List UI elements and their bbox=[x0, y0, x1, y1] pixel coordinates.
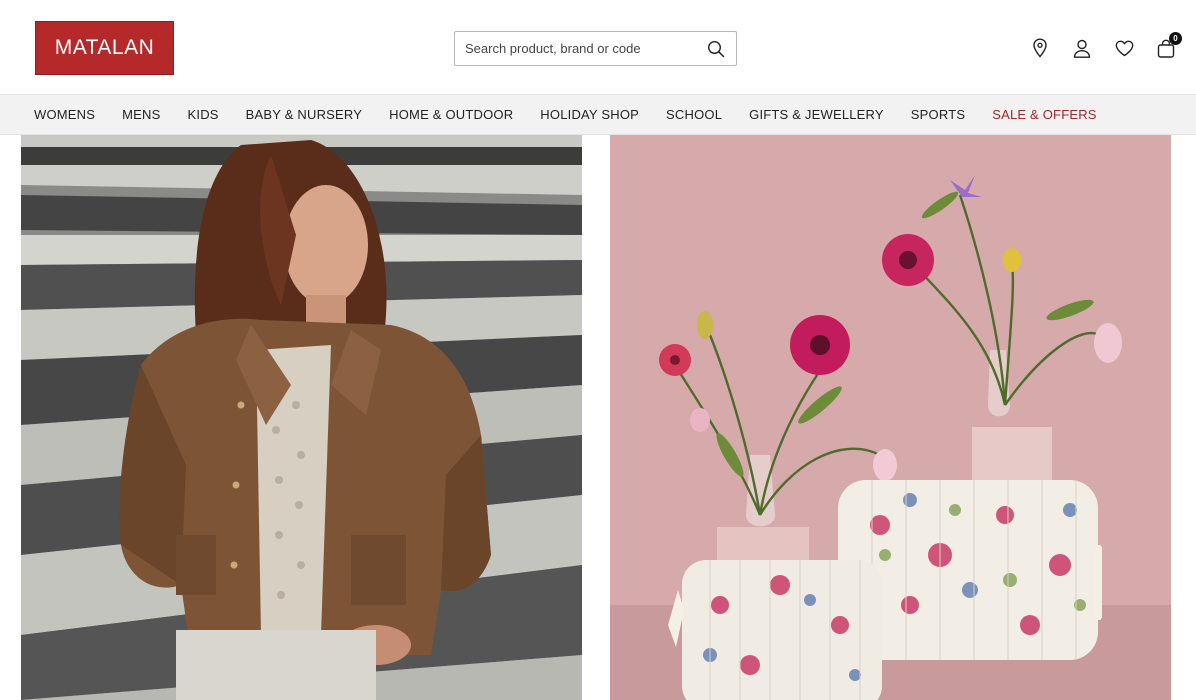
nav-item-gifts-jewellery[interactable]: GIFTS & JEWELLERY bbox=[749, 107, 884, 122]
nav-item-school[interactable]: SCHOOL bbox=[666, 107, 722, 122]
shopping-bag-icon[interactable]: 0 bbox=[1156, 32, 1182, 59]
location-pin-icon[interactable] bbox=[1030, 37, 1050, 59]
nav-item-mens[interactable]: MENS bbox=[122, 107, 160, 122]
search-input[interactable] bbox=[465, 41, 706, 56]
nav-item-sale-offers[interactable]: SALE & OFFERS bbox=[992, 107, 1096, 122]
user-icon[interactable] bbox=[1072, 37, 1092, 59]
matalan-logo[interactable]: MATALAN bbox=[35, 21, 174, 75]
nav-item-sports[interactable]: SPORTS bbox=[911, 107, 965, 122]
header-actions: 0 bbox=[1030, 32, 1182, 59]
nav-item-womens[interactable]: WOMENS bbox=[34, 107, 95, 122]
heart-icon[interactable] bbox=[1114, 37, 1134, 59]
nav-item-baby-nursery[interactable]: BABY & NURSERY bbox=[246, 107, 362, 122]
search-icon[interactable] bbox=[706, 39, 726, 59]
site-header: MATALAN 0 bbox=[0, 0, 1196, 94]
logo-text: MATALAN bbox=[54, 36, 155, 59]
main-navigation: WOMENS MENS KIDS BABY & NURSERY HOME & O… bbox=[0, 94, 1196, 135]
search-bar bbox=[454, 31, 737, 66]
nav-item-home-outdoor[interactable]: HOME & OUTDOOR bbox=[389, 107, 513, 122]
hero-image-home[interactable] bbox=[610, 135, 1171, 700]
nav-item-kids[interactable]: KIDS bbox=[188, 107, 219, 122]
hero-image-womens[interactable] bbox=[21, 135, 582, 700]
nav-item-holiday-shop[interactable]: HOLIDAY SHOP bbox=[540, 107, 639, 122]
basket-count-badge: 0 bbox=[1169, 32, 1182, 45]
